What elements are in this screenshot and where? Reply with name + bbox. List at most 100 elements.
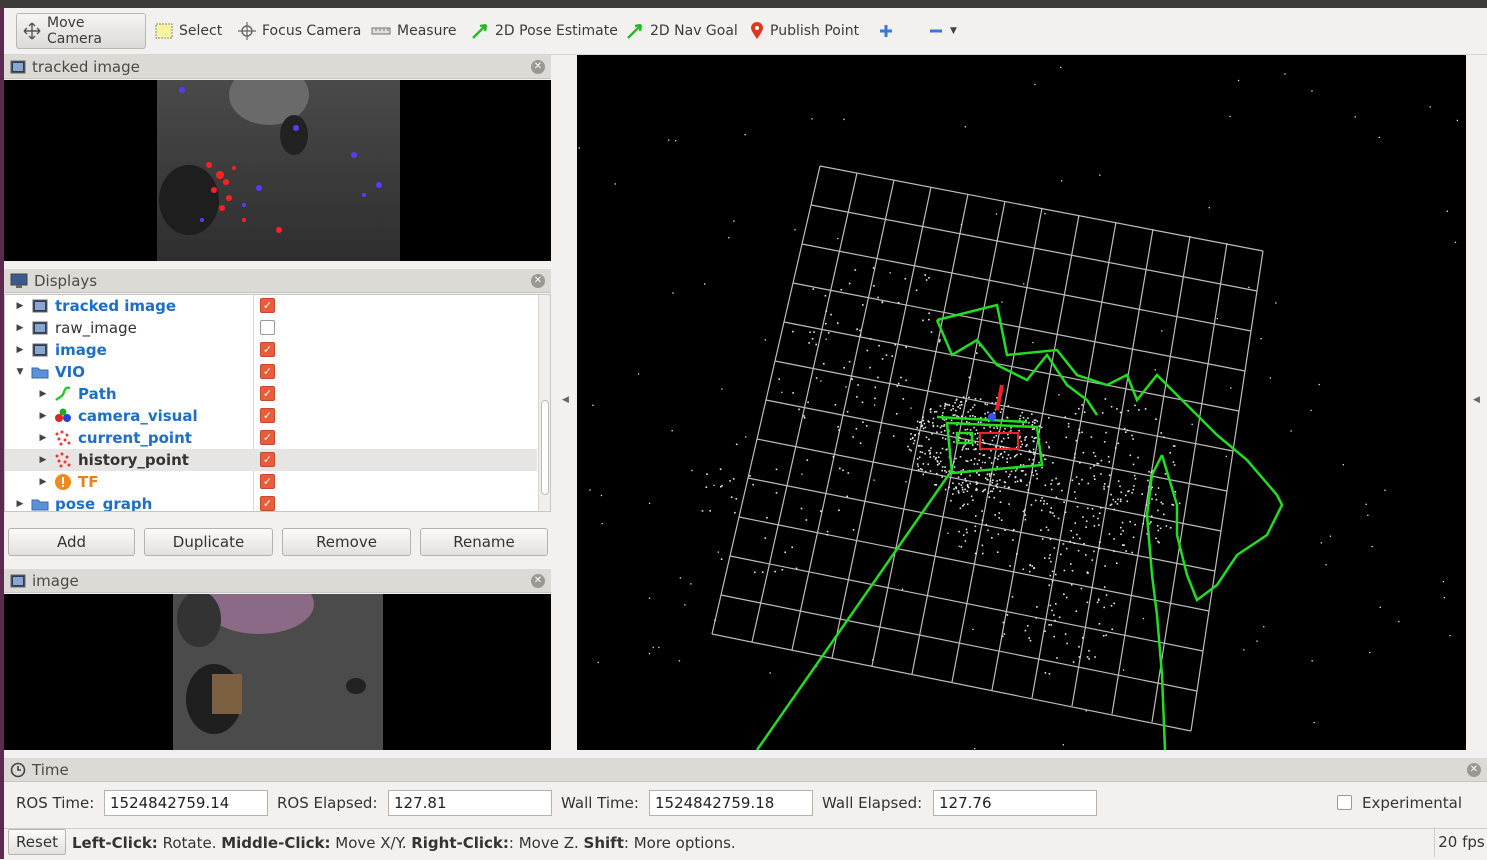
measure-tool[interactable]: Measure — [365, 13, 463, 49]
cloud-point — [1142, 522, 1144, 525]
cloud-point — [709, 510, 711, 512]
expand-arrow-icon[interactable]: ▶ — [13, 323, 27, 333]
cloud-point — [1132, 488, 1135, 491]
wall-elapsed-field[interactable] — [933, 790, 1097, 816]
cloud-point — [1045, 458, 1047, 460]
expand-arrow-icon[interactable]: ▶ — [36, 477, 50, 487]
display-checkbox[interactable]: ✓ — [260, 364, 275, 379]
move-camera-tool[interactable]: Move Camera — [16, 13, 146, 49]
display-row-path[interactable]: ▶ Path ✓ — [5, 383, 537, 405]
expand-arrow-icon[interactable]: ▶ — [36, 455, 50, 465]
cloud-point — [801, 473, 803, 475]
ros-time-field[interactable] — [104, 790, 268, 816]
close-icon[interactable]: ✕ — [531, 573, 545, 588]
tree-scrollbar[interactable] — [538, 295, 550, 511]
wall-time-field[interactable] — [649, 790, 813, 816]
display-row-tracked-image[interactable]: ▶ tracked image ✓ — [5, 295, 537, 317]
nav-goal-tool[interactable]: 2D Nav Goal — [620, 13, 744, 49]
duplicate-button[interactable]: Duplicate — [144, 528, 273, 556]
close-icon[interactable]: ✕ — [1467, 762, 1481, 777]
cloud-point — [974, 530, 976, 532]
collapse-left-icon[interactable]: ◀ — [562, 395, 569, 405]
cloud-point — [1036, 606, 1038, 608]
cloud-point — [965, 528, 968, 531]
display-checkbox[interactable]: ✓ — [260, 452, 275, 467]
display-row-history-point[interactable]: ▶ history_point ✓ — [5, 449, 537, 471]
cloud-point — [820, 510, 822, 512]
collapse-right-icon[interactable]: ◀ — [1473, 395, 1480, 405]
scrollbar-thumb[interactable] — [541, 400, 549, 495]
display-checkbox[interactable]: ✓ — [260, 342, 275, 357]
display-checkbox[interactable]: ✓ — [260, 298, 275, 313]
focus-camera-tool[interactable]: Focus Camera — [232, 13, 367, 49]
close-icon[interactable]: ✕ — [531, 59, 545, 74]
publish-point-tool[interactable]: Publish Point — [744, 13, 865, 49]
expand-arrow-icon[interactable]: ▶ — [36, 411, 50, 421]
display-checkbox[interactable]: ✓ — [260, 430, 275, 445]
add-button[interactable]: Add — [8, 528, 135, 556]
cloud-point — [978, 474, 980, 476]
cloud-point — [940, 431, 943, 433]
cloud-point — [1104, 398, 1107, 400]
expand-arrow-icon[interactable]: ▶ — [13, 499, 27, 509]
cloud-point — [956, 415, 958, 417]
ros-elapsed-label: ROS Elapsed: — [277, 794, 378, 812]
right-splitter[interactable]: ◀ — [1466, 55, 1487, 750]
select-tool[interactable]: Select — [149, 13, 228, 49]
rename-button[interactable]: Rename — [420, 528, 548, 556]
ros-elapsed-field[interactable] — [388, 790, 552, 816]
cloud-point — [996, 466, 998, 468]
cloud-point — [1103, 488, 1105, 490]
cloud-point — [964, 540, 967, 542]
close-icon[interactable]: ✕ — [531, 273, 545, 288]
cloud-point — [1143, 515, 1146, 518]
cloud-point — [1116, 408, 1118, 410]
display-checkbox[interactable]: ✓ — [260, 408, 275, 423]
reset-button[interactable]: Reset — [8, 829, 66, 855]
cloud-point — [966, 490, 969, 492]
experimental-checkbox[interactable] — [1337, 795, 1352, 810]
cloud-point — [929, 411, 932, 413]
expand-arrow-icon[interactable]: ▶ — [36, 433, 50, 443]
expand-arrow-icon[interactable]: ▶ — [13, 301, 27, 311]
expand-arrow-icon[interactable]: ▶ — [36, 389, 50, 399]
cloud-point — [1053, 635, 1055, 638]
cloud-point — [961, 449, 964, 451]
cloud-point — [1011, 596, 1014, 598]
cloud-point — [745, 436, 747, 438]
cloud-point — [1108, 461, 1110, 463]
display-label: pose_graph — [55, 495, 153, 512]
display-checkbox[interactable]: ✓ — [260, 386, 275, 401]
cloud-point — [984, 412, 986, 415]
left-splitter[interactable]: ◀ — [553, 55, 575, 750]
cloud-point — [1111, 628, 1113, 631]
pose-estimate-tool[interactable]: 2D Pose Estimate — [465, 13, 624, 49]
display-checkbox[interactable] — [260, 320, 275, 335]
cloud-point — [1117, 480, 1120, 482]
cloud-point — [1442, 581, 1445, 583]
display-checkbox[interactable]: ✓ — [260, 474, 275, 489]
cloud-point — [1379, 606, 1381, 608]
render-view[interactable] — [577, 55, 1466, 750]
cloud-point — [997, 458, 999, 460]
display-row-raw-image[interactable]: ▶ raw_image — [5, 317, 537, 339]
cloud-point — [1006, 614, 1009, 616]
display-row-camera-visual[interactable]: ▶ camera_visual ✓ — [5, 405, 537, 427]
display-row-vio[interactable]: ▼ VIO ✓ — [5, 361, 537, 383]
display-row-image[interactable]: ▶ image ✓ — [5, 339, 537, 361]
cloud-point — [1134, 523, 1136, 526]
cloud-point — [1027, 417, 1029, 419]
cloud-point — [969, 415, 971, 417]
display-row-tf[interactable]: ▶ TF ✓ — [5, 471, 537, 493]
add-tool-button[interactable] — [872, 13, 900, 49]
collapse-arrow-icon[interactable]: ▼ — [13, 367, 27, 377]
remove-button[interactable]: Remove — [282, 528, 411, 556]
display-checkbox[interactable]: ✓ — [260, 496, 275, 511]
display-row-pose-graph[interactable]: ▶ pose_graph ✓ — [5, 493, 537, 512]
status-help-text: Left-Click: Rotate. Middle-Click: Move X… — [72, 834, 736, 852]
cloud-point — [1117, 442, 1120, 445]
display-row-current-point[interactable]: ▶ current_point ✓ — [5, 427, 537, 449]
expand-arrow-icon[interactable]: ▶ — [13, 345, 27, 355]
remove-tool-button[interactable]: ▼ — [922, 13, 963, 49]
chevron-down-icon: ▼ — [950, 26, 957, 36]
